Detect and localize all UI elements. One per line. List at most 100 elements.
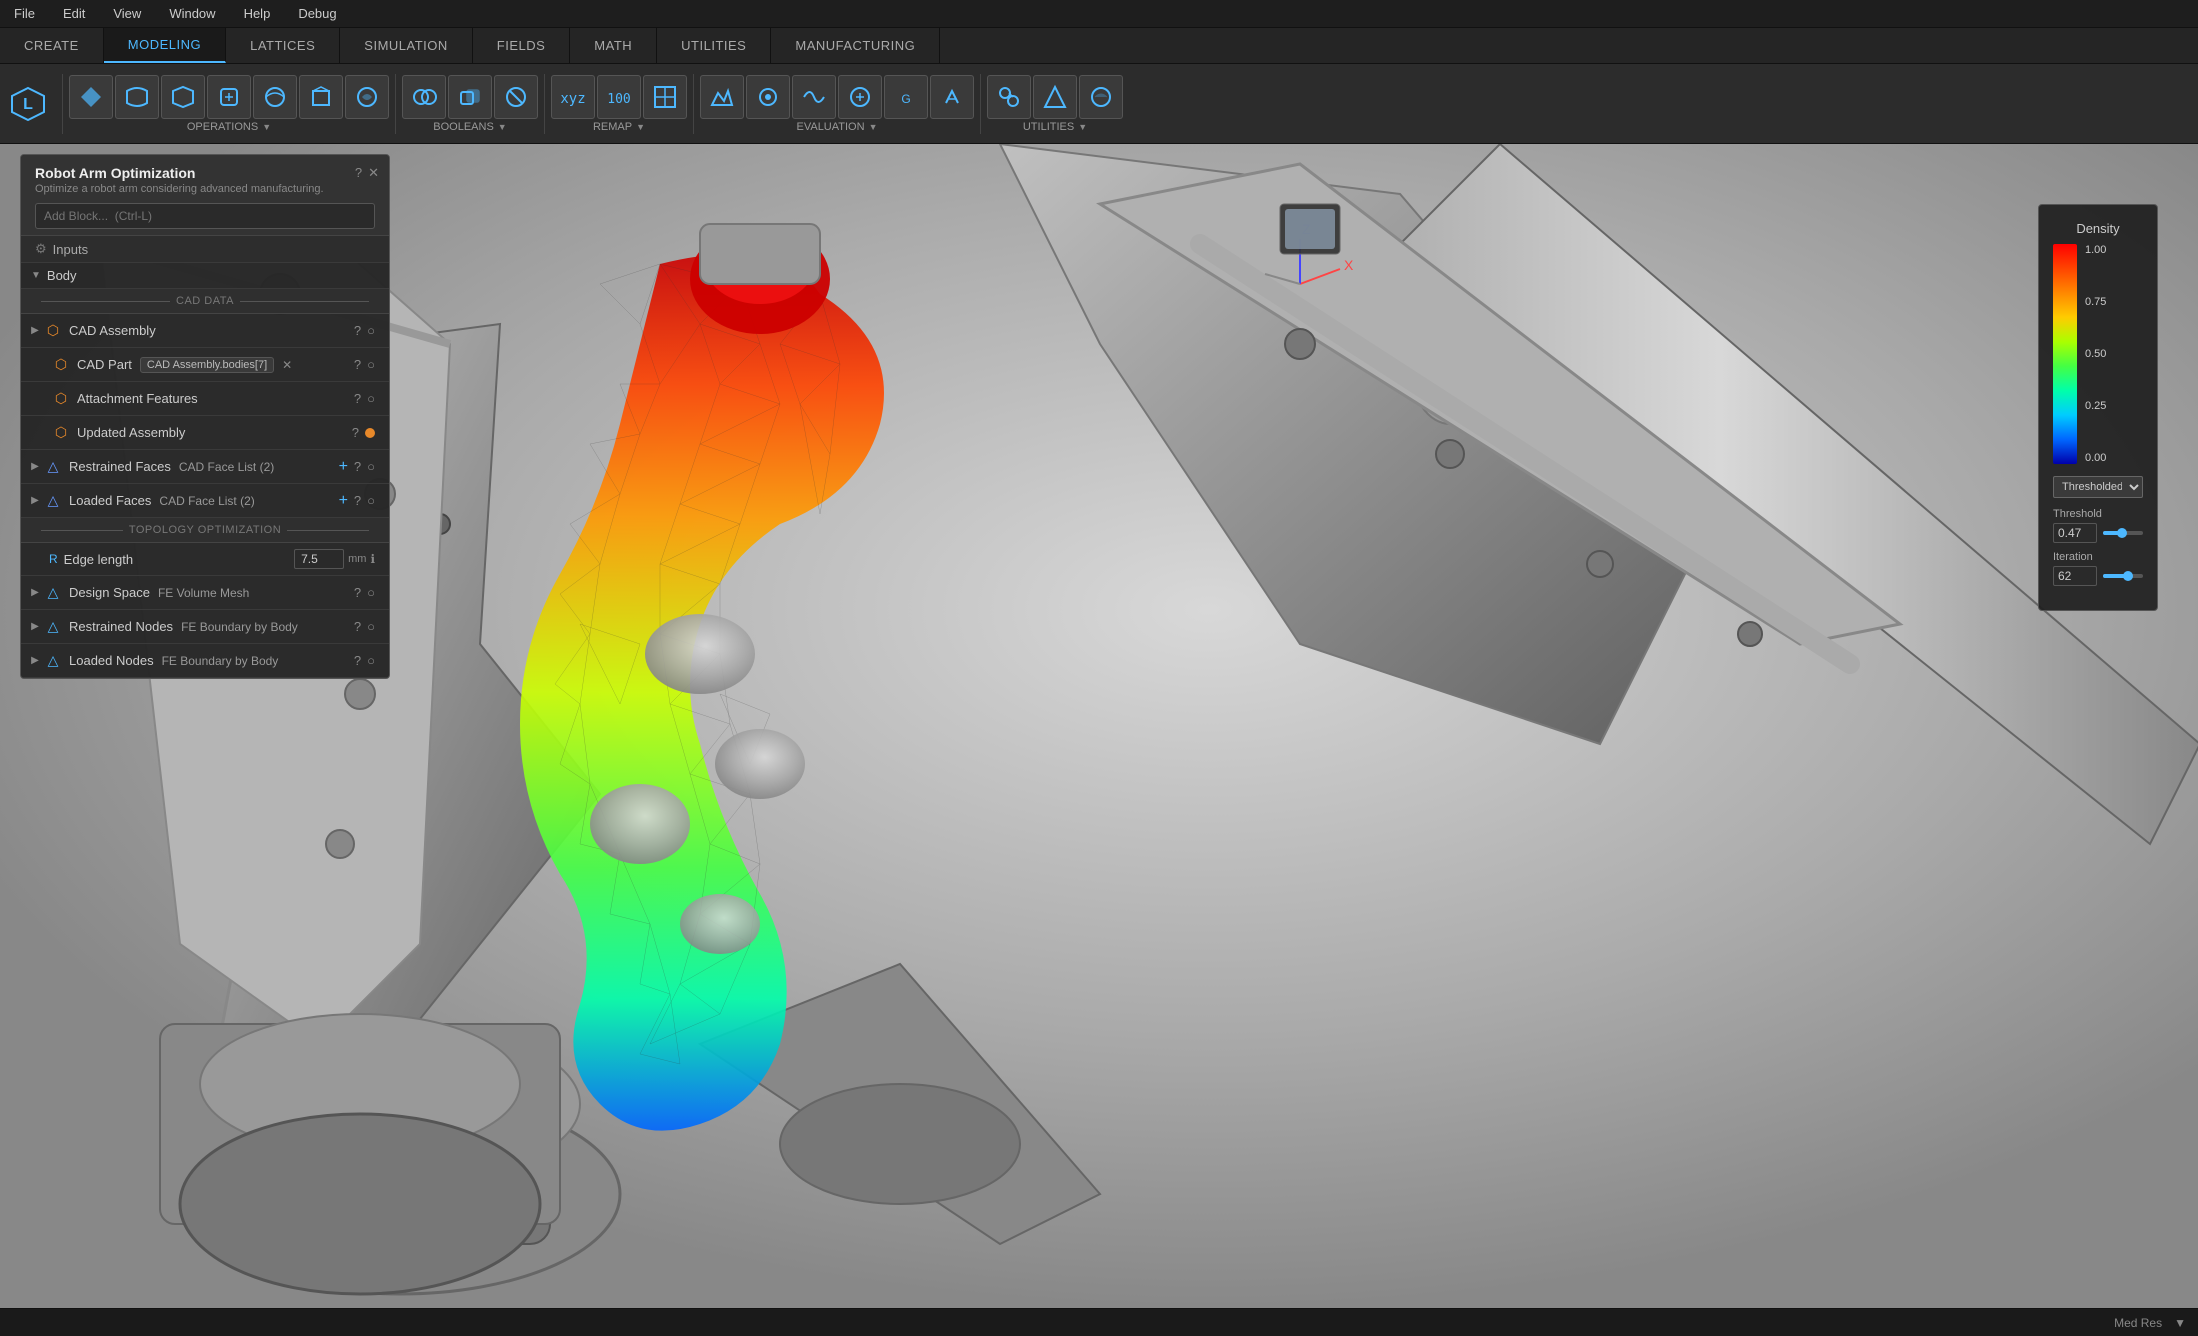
tb-bool-2[interactable] (448, 75, 492, 119)
iteration-value[interactable] (2053, 566, 2097, 586)
cad-part-item[interactable]: ⬡ CAD Part CAD Assembly.bodies[7] ✕ ? ○ (21, 348, 389, 382)
density-mode-select[interactable]: Thresholded el... (2053, 476, 2143, 498)
design-space-actions: ? ○ (354, 585, 375, 600)
attachment-features-item[interactable]: ⬡ Attachment Features ? ○ (21, 382, 389, 416)
cad-assembly-item[interactable]: ▶ ⬡ CAD Assembly ? ○ (21, 314, 389, 348)
resolution-dropdown[interactable]: ▼ (2174, 1316, 2186, 1330)
restrained-nodes-value: FE Boundary by Body (181, 620, 298, 634)
tab-fields[interactable]: FIELDS (473, 28, 571, 63)
add-block-input[interactable] (35, 203, 375, 229)
loaded-faces-add[interactable]: + (339, 492, 348, 510)
tb-eval-4[interactable] (838, 75, 882, 119)
tb-util-1[interactable] (987, 75, 1031, 119)
edge-length-info[interactable]: ℹ (370, 552, 375, 566)
loaded-nodes-arrow[interactable]: ▶ (27, 653, 43, 669)
design-space-item[interactable]: ▶ △ Design Space FE Volume Mesh ? ○ (21, 576, 389, 610)
tab-lattices[interactable]: LATTICES (226, 28, 340, 63)
menu-window[interactable]: Window (163, 4, 221, 23)
tab-create[interactable]: CREATE (0, 28, 104, 63)
tb-btn-1[interactable] (69, 75, 113, 119)
loaded-faces-help[interactable]: ? (354, 493, 361, 508)
menu-help[interactable]: Help (238, 4, 277, 23)
tb-btn-3[interactable] (161, 75, 205, 119)
operations-label[interactable]: OPERATIONS ▼ (187, 121, 271, 133)
loaded-nodes-help[interactable]: ? (354, 653, 361, 668)
evaluation-label[interactable]: EVALUATION ▼ (797, 121, 878, 133)
tb-eval-1[interactable] (700, 75, 744, 119)
tb-util-2[interactable] (1033, 75, 1077, 119)
restrained-faces-add[interactable]: + (339, 458, 348, 476)
tb-util-3[interactable] (1079, 75, 1123, 119)
design-space-settings[interactable]: ○ (367, 585, 375, 600)
loaded-faces-arrow[interactable]: ▶ (27, 493, 43, 509)
menu-debug[interactable]: Debug (292, 4, 342, 23)
tab-math[interactable]: MATH (570, 28, 657, 63)
loaded-nodes-settings[interactable]: ○ (367, 653, 375, 668)
tb-bool-1[interactable] (402, 75, 446, 119)
tb-eval-3[interactable] (792, 75, 836, 119)
restrained-nodes-help[interactable]: ? (354, 619, 361, 634)
tb-remap-3[interactable] (643, 75, 687, 119)
optimization-panel: Robot Arm Optimization ? ✕ Optimize a ro… (20, 154, 390, 679)
restrained-faces-arrow[interactable]: ▶ (27, 459, 43, 475)
tb-eval-2[interactable] (746, 75, 790, 119)
cad-part-help[interactable]: ? (354, 357, 361, 372)
cad-part-close[interactable]: ✕ (282, 358, 292, 372)
loaded-faces-item[interactable]: ▶ △ Loaded Faces CAD Face List (2) + ? ○ (21, 484, 389, 518)
cad-assembly-arrow[interactable]: ▶ (27, 323, 43, 339)
cad-assembly-settings[interactable]: ○ (367, 323, 375, 338)
tb-bool-3[interactable] (494, 75, 538, 119)
threshold-row (2053, 523, 2143, 543)
tb-remap-1[interactable]: xyz (551, 75, 595, 119)
toolbar-sep-0 (62, 74, 63, 134)
restrained-faces-item[interactable]: ▶ △ Restrained Faces CAD Face List (2) +… (21, 450, 389, 484)
tb-btn-7[interactable] (345, 75, 389, 119)
restrained-nodes-item[interactable]: ▶ △ Restrained Nodes FE Boundary by Body… (21, 610, 389, 644)
tb-btn-4[interactable] (207, 75, 251, 119)
remap-label[interactable]: REMAP ▼ (593, 121, 645, 133)
menu-file[interactable]: File (8, 4, 41, 23)
toolbar: L (0, 64, 2198, 144)
tab-simulation[interactable]: SIMULATION (340, 28, 473, 63)
tb-btn-2[interactable] (115, 75, 159, 119)
tb-eval-6[interactable] (930, 75, 974, 119)
restrained-nodes-arrow[interactable]: ▶ (27, 619, 43, 635)
restrained-faces-help[interactable]: ? (354, 459, 361, 474)
tb-eval-5[interactable]: G (884, 75, 928, 119)
loaded-nodes-item[interactable]: ▶ △ Loaded Nodes FE Boundary by Body ? ○ (21, 644, 389, 678)
utilities-label[interactable]: UTILITIES ▼ (1023, 121, 1087, 133)
cad-part-tag: CAD Assembly.bodies[7] (140, 357, 274, 373)
menu-view[interactable]: View (107, 4, 147, 23)
loaded-nodes-value: FE Boundary by Body (162, 654, 279, 668)
restrained-nodes-settings[interactable]: ○ (367, 619, 375, 634)
tb-btn-6[interactable] (299, 75, 343, 119)
main-area: X Z Robot Arm Optimization ? ✕ Optimize … (0, 144, 2198, 1308)
body-expand-arrow[interactable]: ▼ (31, 270, 41, 281)
menu-edit[interactable]: Edit (57, 4, 91, 23)
iteration-slider[interactable] (2103, 574, 2143, 578)
tb-btn-5[interactable] (253, 75, 297, 119)
updated-assembly-item[interactable]: ⬡ Updated Assembly ? (21, 416, 389, 450)
cad-part-spacer (35, 357, 51, 373)
panel-info-icon[interactable]: ? (355, 165, 362, 181)
restrained-faces-label: Restrained Faces (69, 459, 171, 474)
tb-remap-2[interactable]: 100 (597, 75, 641, 119)
threshold-slider[interactable] (2103, 531, 2143, 535)
loaded-faces-settings[interactable]: ○ (367, 493, 375, 508)
cad-assembly-label: CAD Assembly (69, 323, 156, 338)
booleans-label[interactable]: BOOLEANS ▼ (433, 121, 506, 133)
attachment-features-settings[interactable]: ○ (367, 391, 375, 406)
cad-assembly-help[interactable]: ? (354, 323, 361, 338)
threshold-value[interactable] (2053, 523, 2097, 543)
restrained-faces-settings[interactable]: ○ (367, 459, 375, 474)
edge-length-input[interactable] (294, 549, 344, 569)
design-space-arrow[interactable]: ▶ (27, 585, 43, 601)
tab-utilities[interactable]: UTILITIES (657, 28, 771, 63)
design-space-help[interactable]: ? (354, 585, 361, 600)
updated-assembly-help[interactable]: ? (352, 425, 359, 440)
tab-manufacturing[interactable]: MANUFACTURING (771, 28, 940, 63)
tab-modeling[interactable]: MODELING (104, 28, 226, 63)
cad-part-settings[interactable]: ○ (367, 357, 375, 372)
panel-close-icon[interactable]: ✕ (368, 165, 379, 181)
attachment-features-help[interactable]: ? (354, 391, 361, 406)
